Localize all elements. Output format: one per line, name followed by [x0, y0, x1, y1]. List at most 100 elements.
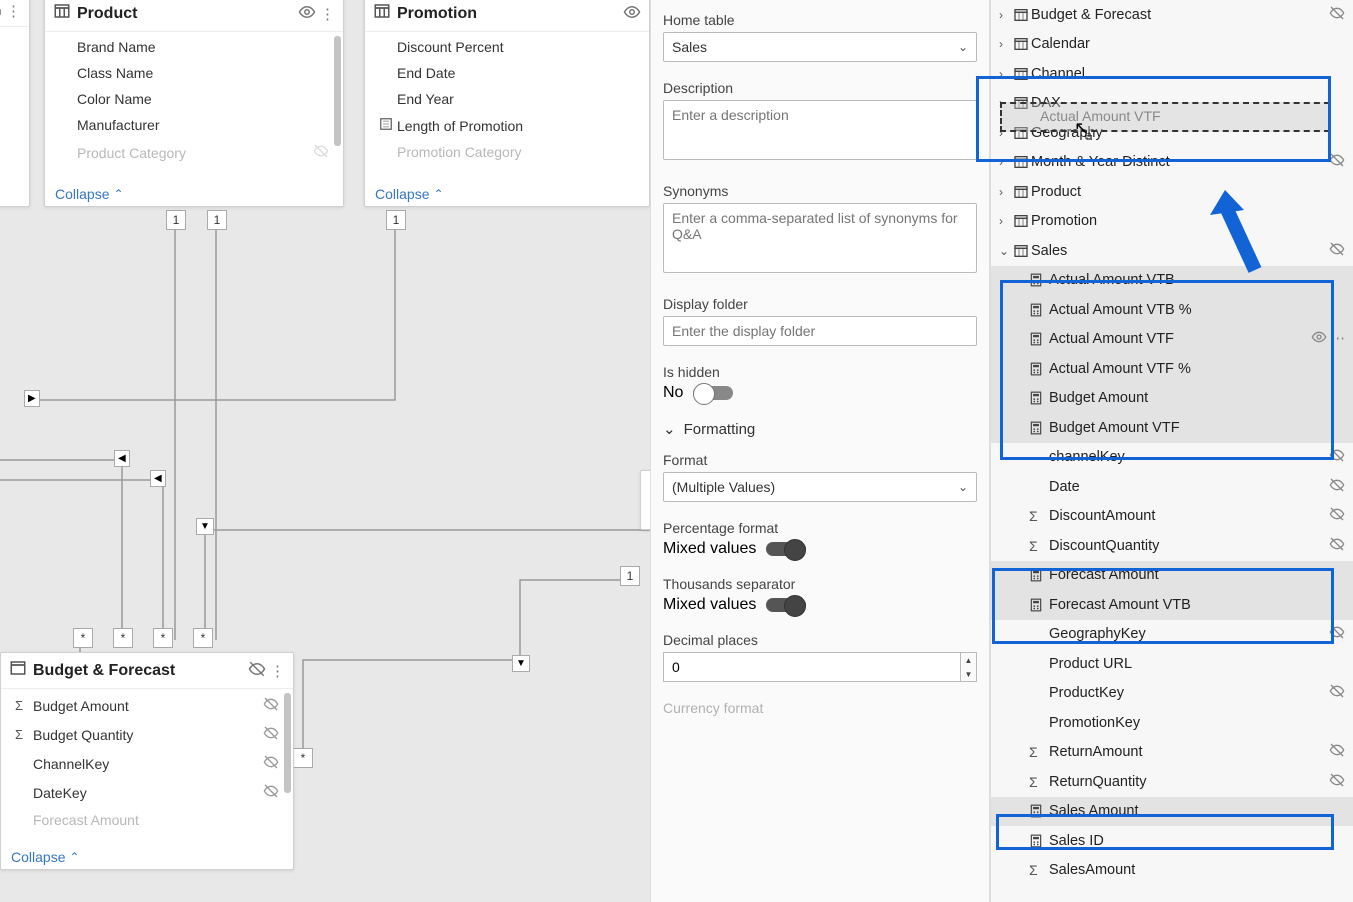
format-select[interactable]: (Multiple Values) ⌄	[663, 472, 977, 502]
collapse-button[interactable]: Collapse⌃	[1, 845, 293, 869]
filter-arrow[interactable]: ▼	[512, 655, 530, 672]
tree-field-row[interactable]: Σ ReturnQuantity	[991, 767, 1353, 797]
tree-field-row[interactable]: ProductKey	[991, 679, 1353, 709]
tree-field-row[interactable]: Date	[991, 472, 1353, 502]
tree-field-row[interactable]: Σ SalesAmount	[991, 856, 1353, 886]
field-row[interactable]: End Date	[365, 60, 649, 86]
field-row[interactable]: ChannelKey	[1, 749, 293, 778]
tree-field-row[interactable]: PromotionKey	[991, 708, 1353, 738]
expand-icon[interactable]: ›	[999, 96, 1011, 110]
tree-field-row[interactable]: Σ ReturnAmount	[991, 738, 1353, 768]
field-row[interactable]: Brand Name	[45, 34, 343, 60]
visibility-icon[interactable]	[619, 3, 641, 25]
expand-icon[interactable]: ›	[999, 67, 1011, 81]
field-row[interactable]: Forecast Amount	[1, 807, 293, 833]
tree-field-row[interactable]: Σ DiscountQuantity	[991, 531, 1353, 561]
hidden-icon[interactable]	[244, 660, 266, 682]
visibility-icon[interactable]	[1311, 329, 1327, 349]
collapse-button[interactable]: Collapse⌃	[365, 182, 649, 206]
visibility-icon[interactable]	[294, 3, 316, 25]
format-label: Format	[663, 452, 977, 468]
expand-icon[interactable]: ›	[999, 214, 1011, 228]
more-icon[interactable]: ⋮	[6, 2, 21, 20]
tree-table-row[interactable]: › Channel	[991, 59, 1353, 89]
table-card-promotion[interactable]: Promotion Discount Percent End Date End …	[364, 0, 650, 207]
diagram-canvas[interactable]: 1 1 1 1 * * * * * ▶ ◀ ◀ ▼ ▼ Product ⋮ Br…	[0, 0, 650, 902]
expand-icon[interactable]: ›	[999, 155, 1011, 169]
formatting-section[interactable]: ⌄ Formatting	[663, 420, 977, 438]
tree-field-row[interactable]: Actual Amount VTB %	[991, 295, 1353, 325]
more-icon[interactable]: ⋮	[270, 662, 285, 680]
decimal-spinner[interactable]: ▲▼	[663, 652, 977, 682]
tree-table-row[interactable]: ⌄ Sales	[991, 236, 1353, 266]
thousands-toggle[interactable]: Mixed values	[663, 596, 977, 614]
cardinality-one: 1	[620, 566, 640, 586]
tree-field-row[interactable]: Budget Amount	[991, 384, 1353, 414]
expand-icon[interactable]: ⌄	[999, 244, 1011, 258]
field-row[interactable]: ΣBudget Amount	[1, 691, 293, 720]
tree-field-row[interactable]: Actual Amount VTF %	[991, 354, 1353, 384]
collapse-button[interactable]: Collapse⌃	[45, 182, 343, 206]
tree-label: Budget & Forecast	[1031, 7, 1329, 23]
toggle-switch[interactable]	[693, 386, 733, 400]
more-icon[interactable]: ⋮	[320, 5, 335, 23]
field-row[interactable]: ΣBudget Quantity	[1, 720, 293, 749]
description-input[interactable]	[663, 100, 977, 160]
is-hidden-toggle[interactable]: No	[663, 384, 977, 402]
field-row[interactable]: End Year	[365, 86, 649, 112]
tree-field-row[interactable]: channelKey	[991, 443, 1353, 473]
decimal-input[interactable]	[663, 652, 961, 682]
filter-arrow[interactable]: ◀	[150, 470, 166, 487]
tree-field-row[interactable]: Sales ID	[991, 826, 1353, 856]
toggle-switch[interactable]	[766, 598, 806, 612]
field-row[interactable]: Color Name	[45, 86, 343, 112]
table-card-partial[interactable]: ◉ ⋮	[0, 0, 30, 207]
table-card-budget[interactable]: Budget & Forecast ⋮ ΣBudget Amount ΣBudg…	[0, 652, 294, 870]
tree-table-row[interactable]: › Budget & Forecast	[991, 0, 1353, 30]
field-row[interactable]: Product Category	[45, 138, 343, 167]
expand-icon[interactable]: ›	[999, 185, 1011, 199]
expand-icon[interactable]: ›	[999, 37, 1011, 51]
table-card-product[interactable]: Product ⋮ Brand Name Class Name Color Na…	[44, 0, 344, 207]
filter-arrow[interactable]: ▶	[24, 390, 40, 407]
scrollbar-thumb[interactable]	[284, 693, 291, 793]
visibility-icon[interactable]: ◉	[0, 2, 2, 20]
field-row[interactable]: Discount Percent	[365, 34, 649, 60]
field-row[interactable]: Promotion Category	[365, 139, 649, 165]
filter-arrow[interactable]: ▼	[196, 518, 214, 535]
tree-table-row[interactable]: › Calendar	[991, 30, 1353, 60]
expand-icon[interactable]: ›	[999, 8, 1011, 22]
tree-table-row[interactable]: › Promotion	[991, 207, 1353, 237]
scrollbar-thumb[interactable]	[334, 36, 341, 146]
field-row[interactable]: DateKey	[1, 778, 293, 807]
tree-field-row[interactable]: Actual Amount VTB	[991, 266, 1353, 296]
spinner-up[interactable]: ▲	[961, 653, 976, 667]
tree-field-row[interactable]: Σ DiscountAmount	[991, 502, 1353, 532]
tree-field-row[interactable]: Product URL	[991, 649, 1353, 679]
tree-table-row[interactable]: › Month & Year Distinct	[991, 148, 1353, 178]
card-header: ◉ ⋮	[0, 0, 29, 27]
field-row[interactable]: Length of Promotion	[365, 112, 649, 139]
more-icon[interactable]: ⋯	[1331, 331, 1346, 347]
tree-field-row[interactable]: Forecast Amount	[991, 561, 1353, 591]
tree-field-row[interactable]: Sales Amount	[991, 797, 1353, 827]
tree-label: Promotion	[1031, 213, 1345, 229]
tree-field-row[interactable]: Forecast Amount VTB	[991, 590, 1353, 620]
fields-tree[interactable]: › Budget & Forecast › Calendar › Channel…	[990, 0, 1353, 902]
tree-field-row[interactable]: Actual Amount VTF ⋯	[991, 325, 1353, 355]
display-folder-input[interactable]	[663, 316, 977, 346]
synonyms-input[interactable]	[663, 203, 977, 273]
toggle-switch[interactable]	[766, 542, 806, 556]
percentage-toggle[interactable]: Mixed values	[663, 540, 977, 558]
cardinality-many: *	[113, 628, 133, 648]
home-table-select[interactable]: Sales ⌄	[663, 32, 977, 62]
field-row[interactable]: Manufacturer	[45, 112, 343, 138]
expand-icon[interactable]: ›	[999, 126, 1011, 140]
tree-field-row[interactable]: GeographyKey	[991, 620, 1353, 650]
field-row[interactable]: Class Name	[45, 60, 343, 86]
tree-field-row[interactable]: Budget Amount VTF	[991, 413, 1353, 443]
chevron-up-icon: ⌃	[113, 187, 123, 201]
spinner-down[interactable]: ▼	[961, 667, 976, 681]
tree-table-row[interactable]: › Product	[991, 177, 1353, 207]
filter-arrow[interactable]: ◀	[114, 450, 130, 467]
